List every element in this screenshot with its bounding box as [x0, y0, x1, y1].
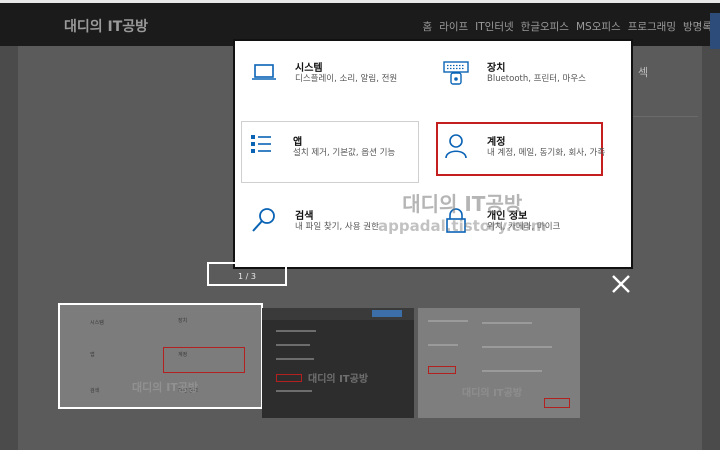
thumb-line	[482, 346, 552, 348]
thumb-highlight-box	[276, 374, 302, 382]
tile-description: 위치, 카메라, 마이크	[487, 222, 561, 232]
tile-description: Bluetooth, 프린터, 마우스	[487, 74, 586, 84]
tile-name: 개인 정보	[487, 211, 528, 222]
image-viewer-main: 시스템 디스플레이, 소리, 알림, 전원 장치 Bluetooth, 프린터,…	[233, 39, 633, 269]
background-text-fragment: 섹	[638, 66, 649, 79]
tile-description: 내 파일 찾기, 사용 권한	[295, 222, 379, 232]
tile-name: 시스템	[295, 63, 323, 74]
thumb-line	[276, 344, 310, 346]
image-counter: 1 / 3	[238, 272, 256, 281]
thumbnail-2[interactable]: 대디의 IT공방	[262, 308, 414, 418]
thumbnail-3[interactable]: 대디의 IT공방	[418, 308, 580, 418]
tile-name: 검색	[295, 211, 314, 222]
tile-description: 디스플레이, 소리, 알림, 전원	[295, 74, 398, 84]
tile-description: 설치 제거, 기본값, 옵션 기능	[293, 148, 396, 158]
thumb-line	[482, 370, 542, 372]
thumb-watermark: 대디의 IT공방	[308, 374, 369, 385]
nav-home[interactable]: 홈	[423, 19, 433, 34]
thumb-label: 앱	[90, 352, 95, 358]
thumb-line	[276, 390, 312, 392]
lock-icon	[446, 208, 466, 233]
nav-programming[interactable]: 프로그래밍	[628, 19, 676, 34]
tile-description: 내 계정, 메일, 동기화, 회사, 가족	[487, 148, 606, 158]
nav-life[interactable]: 라이프	[439, 19, 468, 34]
list-icon	[251, 135, 271, 153]
thumb-label: 검색	[90, 388, 100, 394]
person-icon	[445, 134, 467, 159]
background-divider	[628, 116, 698, 117]
settings-tile-search[interactable]: 검색 내 파일 찾기, 사용 권한	[251, 207, 431, 237]
thumb-line	[428, 344, 458, 346]
thumb-watermark: 대디의 IT공방	[132, 381, 199, 394]
settings-tile-accounts[interactable]: 계정 내 계정, 메일, 동기화, 회사, 가족	[443, 133, 605, 173]
laptop-icon	[252, 64, 276, 80]
main-nav: 홈 라이프 IT인터넷 한글오피스 MS오피스 프로그래밍 방명록	[423, 19, 712, 34]
image-counter-highlight: 1 / 3	[207, 262, 287, 286]
thumb-accent-bar	[372, 310, 402, 317]
settings-tile-privacy[interactable]: 개인 정보 위치, 카메라, 마이크	[443, 207, 623, 237]
thumb-line	[276, 330, 316, 332]
thumb-label: 시스템	[90, 320, 104, 326]
thumb-highlight-box	[428, 366, 456, 374]
nav-it-internet[interactable]: IT인터넷	[475, 19, 514, 34]
keyboard-icon	[443, 61, 469, 85]
nav-hangul-office[interactable]: 한글오피스	[521, 19, 569, 34]
thumb-line	[482, 322, 532, 324]
thumb-highlight-box	[544, 398, 570, 408]
social-button-edge[interactable]	[710, 13, 720, 49]
close-icon[interactable]	[609, 272, 633, 296]
settings-tile-apps[interactable]: 앱 설치 제거, 기본값, 옵션 기능	[249, 133, 419, 163]
thumb-line	[276, 358, 314, 360]
thumb-label: 계정	[178, 352, 188, 358]
thumb-label: 장치	[178, 318, 188, 324]
site-title[interactable]: 대디의 IT공방	[64, 16, 148, 36]
thumb-watermark: 대디의 IT공방	[462, 388, 523, 399]
settings-tile-devices[interactable]: 장치 Bluetooth, 프린터, 마우스	[443, 59, 623, 89]
thumb-highlight-box	[163, 347, 245, 373]
nav-ms-office[interactable]: MS오피스	[576, 19, 621, 34]
tile-name: 앱	[293, 137, 303, 148]
tile-name: 장치	[487, 63, 506, 74]
tile-name: 계정	[487, 137, 506, 148]
settings-tile-system[interactable]: 시스템 디스플레이, 소리, 알림, 전원	[251, 59, 431, 89]
thumbnail-1-selected[interactable]: 시스템 장치 앱 계정 검색 개인 정보 대디의 IT공방	[58, 303, 263, 409]
nav-guestbook[interactable]: 방명록	[683, 19, 712, 34]
search-icon	[252, 208, 275, 232]
thumb-line	[428, 320, 468, 322]
